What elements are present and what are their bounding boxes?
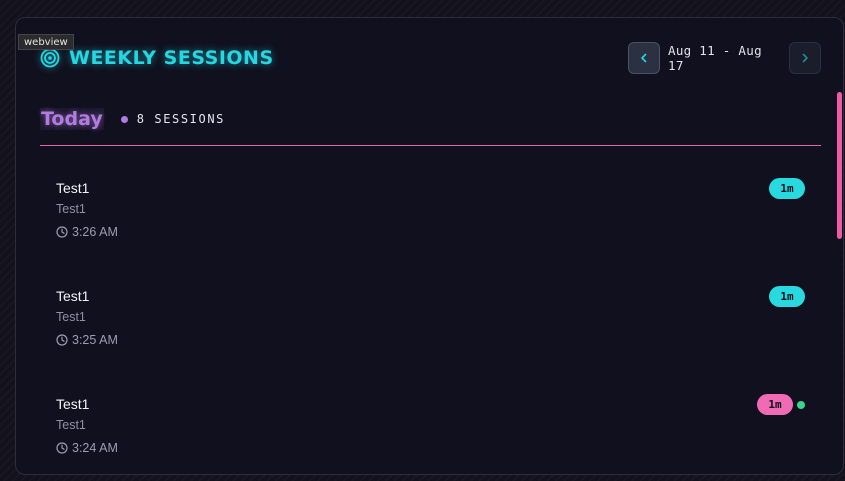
session-time-text: 3:24 AM: [72, 441, 118, 455]
scrollbar-thumb[interactable]: [837, 92, 842, 239]
session-subtitle: Test1: [56, 310, 86, 324]
session-time: 3:25 AM: [56, 333, 118, 347]
duration-badge: 1m: [769, 286, 805, 307]
clock-icon: [56, 442, 68, 454]
previous-week-button[interactable]: [628, 42, 660, 74]
session-subtitle: Test1: [56, 418, 86, 432]
session-time: 3:24 AM: [56, 441, 118, 455]
duration-badge: 1m: [757, 394, 793, 415]
session-title: Test1: [56, 180, 90, 196]
day-header: Today 8 SESSIONS: [40, 105, 225, 133]
live-status-dot: [797, 401, 805, 409]
session-time: 3:26 AM: [56, 225, 118, 239]
week-navigator: Aug 11 - Aug 17: [628, 42, 821, 74]
week-range: Aug 11 - Aug 17: [668, 43, 762, 73]
day-title: Today: [40, 108, 104, 130]
day-dot: [120, 115, 128, 123]
panel-header: WEEKLY SESSIONS: [40, 46, 274, 70]
session-item[interactable]: Test1 Test1 3:26 AM 1m: [56, 178, 806, 260]
session-item[interactable]: Test1 Test1 3:25 AM 1m: [56, 286, 806, 368]
duration-badge: 1m: [769, 178, 805, 199]
page-title: WEEKLY SESSIONS: [69, 47, 274, 69]
next-week-button[interactable]: [789, 42, 821, 74]
session-title: Test1: [56, 288, 90, 304]
session-item[interactable]: Test1 Test1 3:24 AM 1m: [56, 394, 806, 476]
chevron-left-icon: [641, 53, 647, 63]
session-subtitle: Test1: [56, 202, 86, 216]
clock-icon: [56, 226, 68, 238]
session-count: 8 SESSIONS: [136, 112, 225, 126]
target-icon: [40, 48, 60, 68]
chevron-right-icon: [802, 53, 808, 63]
session-time-text: 3:26 AM: [72, 225, 118, 239]
day-divider: [40, 145, 821, 146]
clock-icon: [56, 334, 68, 346]
session-title: Test1: [56, 396, 90, 412]
webview-label: webview: [18, 34, 74, 50]
session-time-text: 3:25 AM: [72, 333, 118, 347]
